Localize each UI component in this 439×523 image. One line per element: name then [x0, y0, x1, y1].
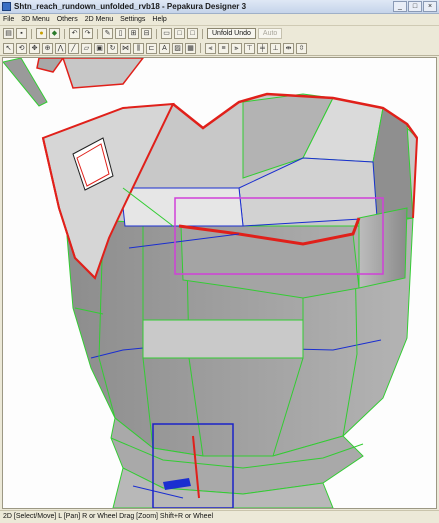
status-text: 2D [Select/Move] L [Pan] R or Wheel Drag…	[3, 513, 214, 520]
join-edges-icon[interactable]: ⊞	[128, 28, 139, 39]
move-part-icon[interactable]: ▣	[94, 42, 105, 54]
align-top-icon[interactable]: ⊤	[244, 42, 255, 54]
unfold-undo-button[interactable]: Unfold Undo	[207, 28, 256, 39]
align-right-icon[interactable]: ⫸	[231, 42, 242, 54]
undo-icon[interactable]: ↶	[69, 28, 80, 39]
auto-button[interactable]: Auto	[257, 28, 283, 39]
close-button[interactable]: ×	[423, 1, 437, 12]
align-center-icon[interactable]: ≡	[218, 42, 229, 54]
align-middle-icon[interactable]: ╪	[257, 42, 268, 54]
pencil-icon[interactable]: ✎	[102, 28, 113, 39]
app-icon	[2, 2, 11, 11]
disconnect-icon[interactable]: ⊟	[141, 28, 152, 39]
toolbar-separator	[31, 28, 32, 39]
window-title: Shtn_reach_rundown_unfolded_rvb18 - Pepa…	[14, 2, 247, 11]
text-icon[interactable]: A	[159, 42, 170, 54]
minimize-button[interactable]: _	[393, 1, 407, 12]
toolbar-separator	[64, 28, 65, 39]
toolbar-separator	[200, 43, 201, 53]
rotate-icon[interactable]: ⟲	[16, 42, 27, 54]
align-left-icon[interactable]: ⫷	[205, 42, 216, 54]
toolbar-separator	[202, 28, 203, 39]
view-3d-icon[interactable]: □	[174, 28, 185, 39]
edit-toolbar: ↖ ⟲ ✥ ⊕ ⋀ ╱ ▱ ▣ ↻ ⋈ ⫼ ⊏ A ▨ ▦ ⫷ ≡ ⫸ ⊤ ╪ …	[0, 41, 439, 56]
save-icon[interactable]: ▪	[16, 28, 27, 39]
image-icon[interactable]: ▨	[172, 42, 183, 54]
pan-icon[interactable]: ✥	[29, 42, 40, 54]
fold-icon[interactable]: ⋀	[55, 42, 66, 54]
edge-icon[interactable]: ╱	[68, 42, 79, 54]
status-bar: 2D [Select/Move] L [Pan] R or Wheel Drag…	[0, 510, 439, 523]
menu-others[interactable]: Others	[57, 16, 78, 23]
add-flap-icon[interactable]: ⊏	[146, 42, 157, 54]
layout-icon[interactable]: ▦	[185, 42, 196, 54]
view-2d-icon[interactable]: □	[187, 28, 198, 39]
menu-settings[interactable]: Settings	[120, 16, 145, 23]
menu-2d[interactable]: 2D Menu	[85, 16, 113, 23]
light-bulb-icon[interactable]: ●	[36, 28, 47, 39]
select-icon[interactable]: ↖	[3, 42, 14, 54]
menu-file[interactable]: File	[3, 16, 14, 23]
align-bottom-icon[interactable]: ⊥	[270, 42, 281, 54]
window-controls: _ □ ×	[393, 1, 437, 12]
texture-icon[interactable]: ◆	[49, 28, 60, 39]
flap-icon[interactable]: ▱	[81, 42, 92, 54]
redo-icon[interactable]: ↷	[82, 28, 93, 39]
toolbar-separator	[97, 28, 98, 39]
menu-3d[interactable]: 3D Menu	[21, 16, 49, 23]
menu-help[interactable]: Help	[152, 16, 166, 23]
maximize-button[interactable]: □	[408, 1, 422, 12]
title-bar: Shtn_reach_rundown_unfolded_rvb18 - Pepa…	[0, 0, 439, 14]
loose-part-top-left	[3, 58, 144, 107]
toolbar-separator	[156, 28, 157, 39]
rotate-part-icon[interactable]: ↻	[107, 42, 118, 54]
distribute-h-icon[interactable]: ⇹	[283, 42, 294, 54]
main-toolbar: ▤ ▪ ● ◆ ↶ ↷ ✎ ▯ ⊞ ⊟ ▭ □ □ Unfold Undo Au…	[0, 27, 439, 40]
distribute-v-icon[interactable]: ⇳	[296, 42, 307, 54]
spray-icon[interactable]: ▯	[115, 28, 126, 39]
menu-bar: File 3D Menu Others 2D Menu Settings Hel…	[0, 14, 439, 26]
model-canvas[interactable]	[3, 58, 436, 508]
join-icon[interactable]: ⋈	[120, 42, 131, 54]
zoom-icon[interactable]: ⊕	[42, 42, 53, 54]
split-icon[interactable]: ⫼	[133, 42, 144, 54]
open-icon[interactable]: ▤	[3, 28, 14, 39]
print-icon[interactable]: ▭	[161, 28, 172, 39]
3d-viewport[interactable]	[2, 57, 437, 509]
